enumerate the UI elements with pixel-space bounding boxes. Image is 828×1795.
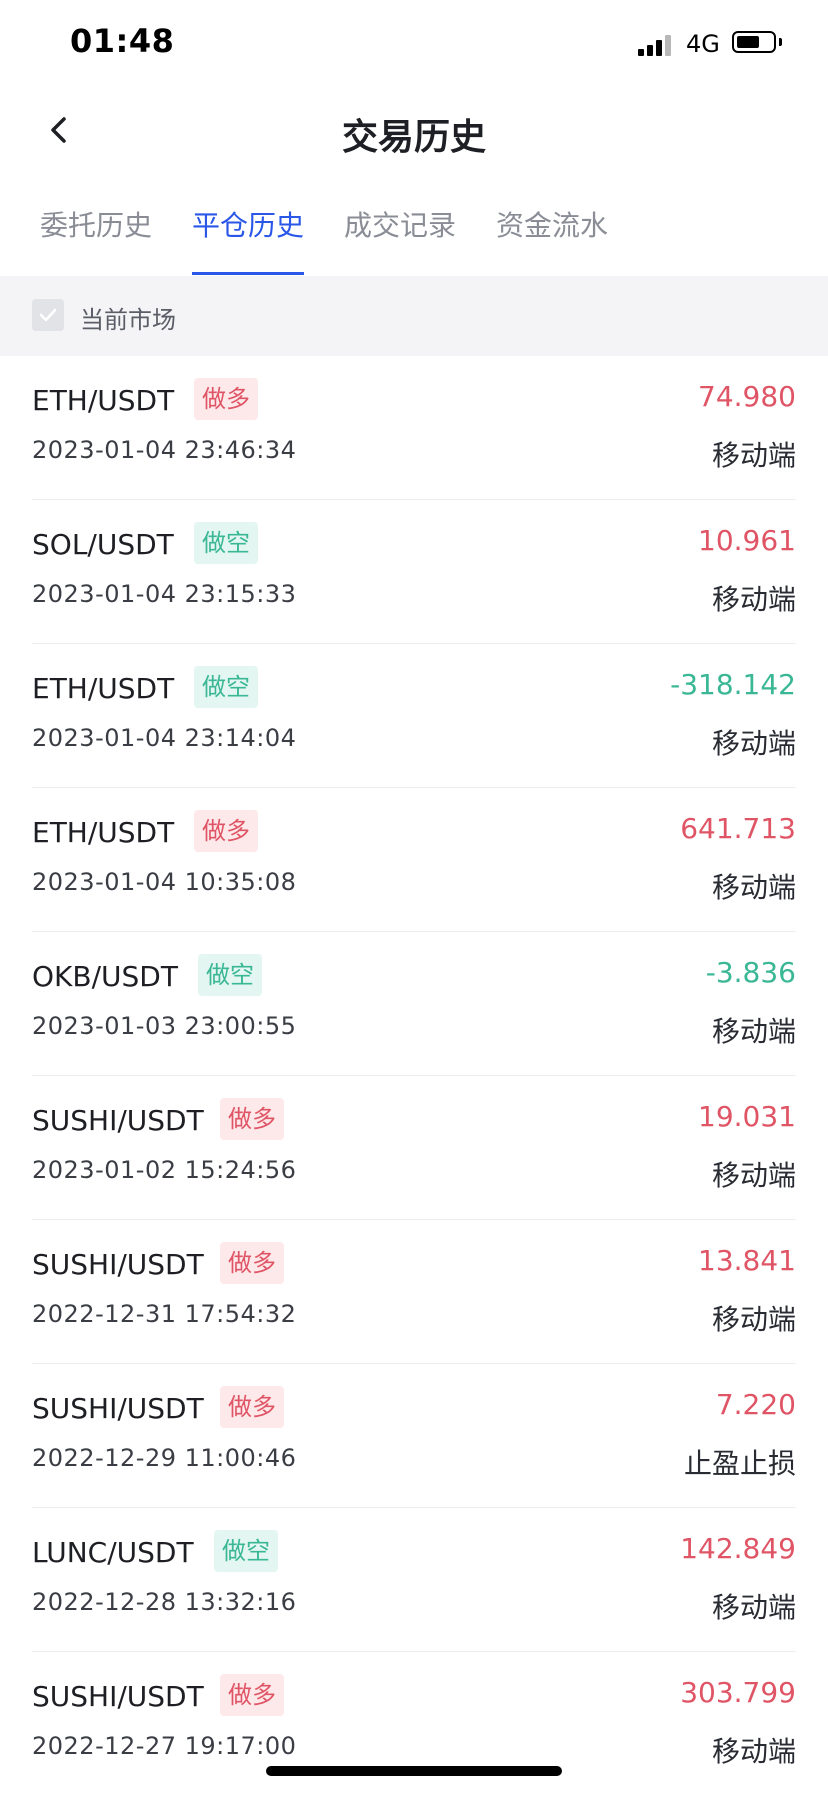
position-side-badge: 做空: [194, 666, 258, 708]
close-source: 移动端: [711, 1015, 796, 1048]
realized-pnl: 303.799: [680, 1676, 796, 1709]
close-source: 止盈止损: [683, 1447, 796, 1480]
home-indicator: [266, 1766, 562, 1776]
close-source: 移动端: [711, 1735, 796, 1768]
page-title: 交易历史: [341, 117, 486, 158]
position-side-badge: 做多: [220, 1098, 284, 1140]
trading-pair: SUSHI/USDT: [32, 1104, 204, 1137]
tab-trade-records[interactable]: 成交记录: [344, 204, 456, 244]
tab-fund-flow[interactable]: 资金流水: [496, 204, 608, 244]
trading-pair: SOL/USDT: [32, 528, 174, 561]
status-time: 01:48: [70, 22, 175, 60]
position-row[interactable]: SUSHI/USDT 做多 2023-01-02 15:24:56 19.031 移动端: [32, 1076, 796, 1220]
realized-pnl: 142.849: [680, 1532, 796, 1565]
close-datetime: 2022-12-28 13:32:16: [32, 1588, 297, 1616]
position-history-list: ETH/USDT 做多 2023-01-04 23:46:34 74.980 移动端 SO…: [32, 356, 796, 1795]
current-market-label: 当前市场: [80, 306, 176, 334]
position-side-badge: 做多: [194, 810, 258, 852]
close-datetime: 2022-12-31 17:54:32: [32, 1300, 297, 1328]
close-datetime: 2023-01-04 10:35:08: [32, 868, 297, 896]
realized-pnl: 19.031: [698, 1100, 796, 1133]
battery-icon: [732, 31, 776, 53]
active-tab-indicator: [192, 272, 304, 275]
position-row[interactable]: OKB/USDT 做空 2023-01-03 23:00:55 -3.836 移动端: [32, 932, 796, 1076]
position-side-badge: 做空: [198, 954, 262, 996]
position-side-badge: 做多: [194, 378, 258, 420]
position-side-badge: 做多: [220, 1386, 284, 1428]
realized-pnl: -3.836: [705, 956, 796, 989]
realized-pnl: 74.980: [698, 380, 796, 413]
position-row[interactable]: SUSHI/USDT 做多 2022-12-31 17:54:32 13.841 移动端: [32, 1220, 796, 1364]
current-market-checkbox[interactable]: [32, 299, 64, 331]
close-source: 移动端: [711, 1159, 796, 1192]
position-side-badge: 做多: [220, 1674, 284, 1716]
realized-pnl: 641.713: [680, 812, 796, 845]
close-source: 移动端: [711, 871, 796, 904]
close-source: 移动端: [711, 727, 796, 760]
close-source: 移动端: [711, 439, 796, 472]
battery-level: [737, 36, 759, 48]
close-datetime: 2022-12-27 19:17:00: [32, 1732, 297, 1760]
trading-pair: ETH/USDT: [32, 816, 175, 849]
close-source: 移动端: [711, 583, 796, 616]
tab-order-history[interactable]: 委托历史: [40, 204, 152, 244]
position-row[interactable]: SUSHI/USDT 做多 2022-12-29 11:00:46 7.220 止盈止损: [32, 1364, 796, 1508]
trading-pair: OKB/USDT: [32, 960, 178, 993]
network-type: 4G: [686, 30, 720, 58]
close-source: 移动端: [711, 1591, 796, 1624]
close-datetime: 2023-01-03 23:00:55: [32, 1012, 297, 1040]
battery-cap: [779, 38, 782, 46]
checkmark-icon: [39, 308, 57, 322]
status-bar: 01:48 4G: [0, 0, 828, 90]
cellular-signal-icon: [638, 34, 674, 56]
close-datetime: 2023-01-04 23:15:33: [32, 580, 297, 608]
close-datetime: 2023-01-02 15:24:56: [32, 1156, 297, 1184]
position-row[interactable]: ETH/USDT 做多 2023-01-04 23:46:34 74.980 移动端: [32, 356, 796, 500]
close-datetime: 2022-12-29 11:00:46: [32, 1444, 297, 1472]
trading-pair: ETH/USDT: [32, 384, 175, 417]
filter-bar: 当前市场: [0, 276, 828, 356]
trading-pair: ETH/USDT: [32, 672, 175, 705]
trading-pair: LUNC/USDT: [32, 1536, 194, 1569]
position-row[interactable]: ETH/USDT 做空 2023-01-04 23:14:04 -318.142 移动端: [32, 644, 796, 788]
close-datetime: 2023-01-04 23:14:04: [32, 724, 297, 752]
realized-pnl: 13.841: [698, 1244, 796, 1277]
tab-bar: 委托历史 平仓历史 成交记录 资金流水: [0, 190, 828, 276]
trading-pair: SUSHI/USDT: [32, 1248, 204, 1281]
position-row[interactable]: SOL/USDT 做空 2023-01-04 23:15:33 10.961 移动端: [32, 500, 796, 644]
trading-pair: SUSHI/USDT: [32, 1680, 204, 1713]
position-side-badge: 做空: [214, 1530, 278, 1572]
realized-pnl: 7.220: [715, 1388, 796, 1421]
tab-close-history[interactable]: 平仓历史: [192, 204, 304, 244]
realized-pnl: 10.961: [698, 524, 796, 557]
realized-pnl: -318.142: [670, 668, 796, 701]
position-side-badge: 做空: [194, 522, 258, 564]
close-datetime: 2023-01-04 23:46:34: [32, 436, 297, 464]
position-row[interactable]: LUNC/USDT 做空 2022-12-28 13:32:16 142.849 移动端: [32, 1508, 796, 1652]
close-source: 移动端: [711, 1303, 796, 1336]
navigation-bar: 交易历史: [0, 90, 828, 170]
position-row[interactable]: ETH/USDT 做多 2023-01-04 10:35:08 641.713 移动端: [32, 788, 796, 932]
trading-pair: SUSHI/USDT: [32, 1392, 204, 1425]
position-side-badge: 做多: [220, 1242, 284, 1284]
